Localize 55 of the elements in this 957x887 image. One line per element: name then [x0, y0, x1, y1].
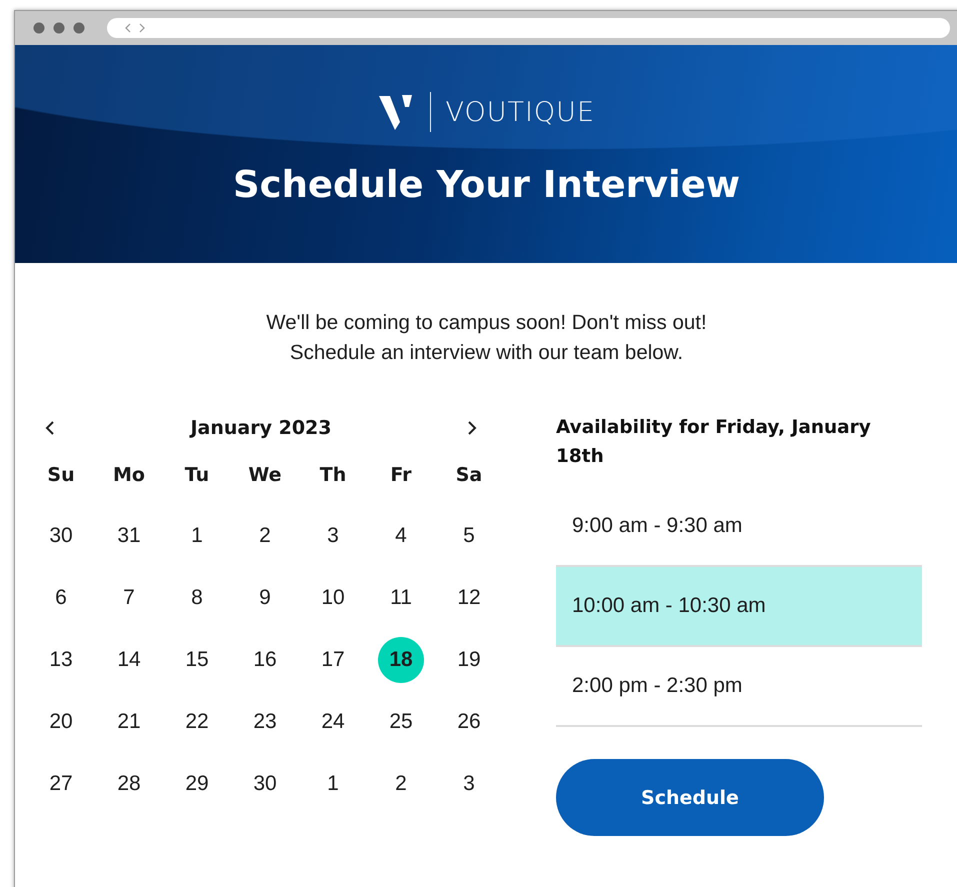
calendar-day[interactable]: 30 — [38, 513, 84, 559]
calendar-day[interactable]: 10 — [310, 575, 356, 621]
calendar-day[interactable]: 14 — [106, 637, 152, 683]
calendar-day[interactable]: 16 — [242, 637, 288, 683]
weekday-label: We — [248, 463, 282, 488]
back-forward-icon[interactable] — [125, 23, 145, 33]
calendar-day[interactable]: 25 — [378, 699, 424, 745]
weekday-label: Su — [47, 463, 75, 488]
calendar-day[interactable]: 17 — [310, 637, 356, 683]
weekday-label: Sa — [456, 463, 482, 488]
weekday-label: Mo — [113, 463, 145, 488]
calendar-day[interactable]: 31 — [106, 513, 152, 559]
calendar-day[interactable]: 12 — [446, 575, 492, 621]
calendar-day[interactable]: 9 — [242, 575, 288, 621]
calendar-day[interactable]: 1 — [174, 513, 220, 559]
calendar-day[interactable]: 4 — [378, 513, 424, 559]
calendar-day[interactable]: 24 — [310, 699, 356, 745]
calendar-day[interactable]: 30 — [242, 761, 288, 807]
calendar-day[interactable]: 28 — [106, 761, 152, 807]
calendar-day[interactable]: 29 — [174, 761, 220, 807]
logo-divider — [430, 92, 432, 132]
calendar-day[interactable]: 2 — [378, 761, 424, 807]
calendar-day[interactable]: 1 — [310, 761, 356, 807]
page-title: Schedule Your Interview — [233, 163, 740, 206]
calendar-day[interactable]: 3 — [446, 761, 492, 807]
calendar-day[interactable]: 2 — [242, 513, 288, 559]
calendar-day[interactable]: 3 — [310, 513, 356, 559]
schedule-button[interactable]: Schedule — [556, 759, 824, 836]
window-dots-icon — [33, 22, 85, 34]
intro-text: Schedule an interview with our team below. — [290, 341, 684, 365]
time-slot[interactable]: 10:00 am - 10:30 am — [556, 567, 922, 647]
calendar-day[interactable]: 15 — [174, 637, 220, 683]
calendar-day[interactable]: 19 — [446, 637, 492, 683]
availability-heading: Availability for Friday, January 18th — [556, 416, 872, 469]
weekday-label: Th — [320, 463, 346, 488]
weekday-label: Fr — [390, 463, 412, 488]
chevron-right-icon — [466, 420, 477, 436]
calendar-day[interactable]: 26 — [446, 699, 492, 745]
weekday-label: Tu — [184, 463, 210, 488]
month-title: January 2023 — [190, 417, 332, 439]
calendar-day[interactable]: 13 — [38, 637, 84, 683]
intro-text: We'll be coming to campus soon! Don't miss out! — [266, 311, 707, 335]
calendar-day[interactable]: 23 — [242, 699, 288, 745]
calendar-day[interactable]: 21 — [106, 699, 152, 745]
calendar-day[interactable]: 5 — [446, 513, 492, 559]
calendar-day[interactable]: 6 — [38, 575, 84, 621]
calendar-day[interactable]: 22 — [174, 699, 220, 745]
calendar-day[interactable]: 27 — [38, 761, 84, 807]
selected-day[interactable]: 18 — [378, 637, 424, 683]
calendar-day[interactable]: 11 — [378, 575, 424, 621]
calendar-day[interactable]: 7 — [106, 575, 152, 621]
calendar-day[interactable]: 8 — [174, 575, 220, 621]
chevron-left-icon — [45, 420, 55, 436]
brand-name: VOUTIQUE — [445, 96, 596, 128]
calendar-day[interactable]: 20 — [38, 699, 84, 745]
